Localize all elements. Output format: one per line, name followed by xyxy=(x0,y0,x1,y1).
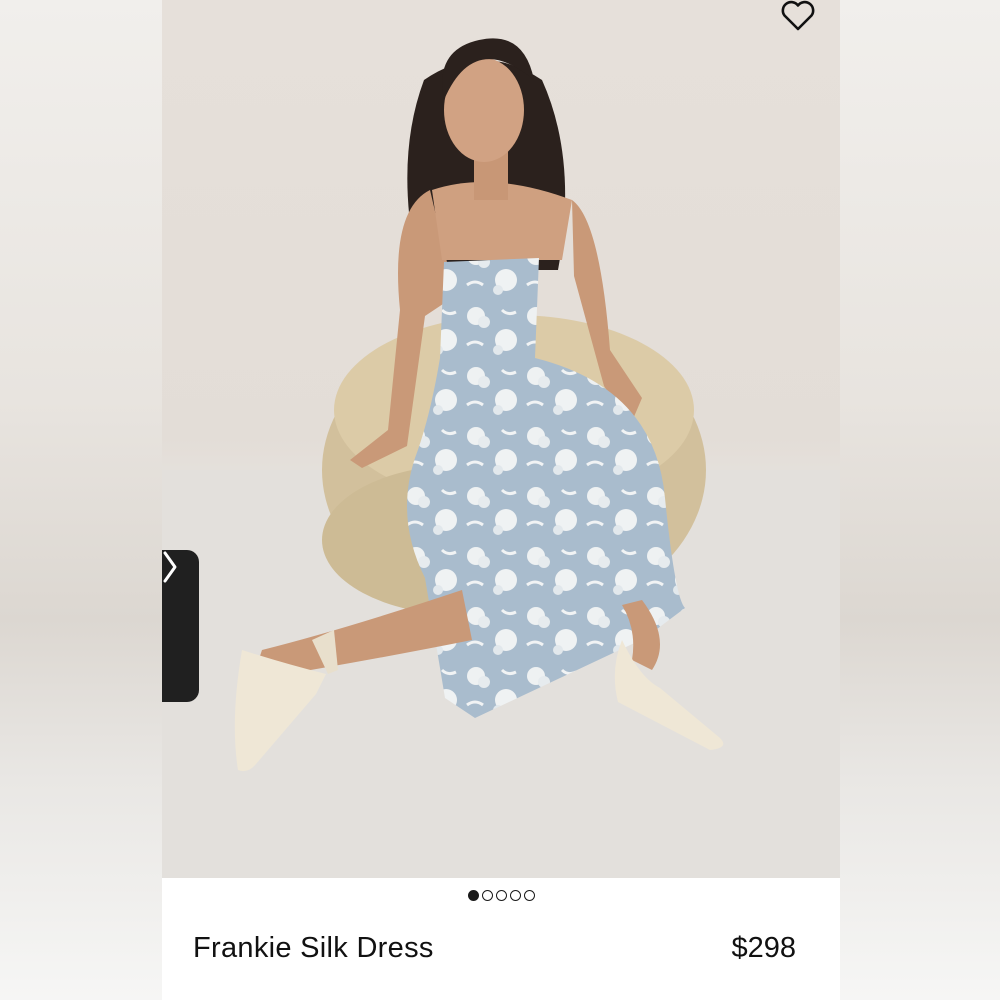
next-image-button[interactable] xyxy=(162,550,199,702)
heart-outline-icon xyxy=(781,0,815,31)
product-price: $298 xyxy=(731,932,796,964)
chevron-right-icon xyxy=(163,551,177,583)
product-image[interactable] xyxy=(162,0,840,878)
carousel-dot[interactable] xyxy=(467,890,479,901)
carousel-dot[interactable] xyxy=(509,890,521,901)
carousel-dot[interactable] xyxy=(523,890,535,901)
product-title[interactable]: Frankie Silk Dress xyxy=(193,932,434,965)
model-photo-illustration xyxy=(162,38,840,878)
blurred-background-right xyxy=(840,0,1000,1000)
carousel-pagination xyxy=(162,890,840,901)
carousel-dot[interactable] xyxy=(481,890,493,901)
product-card: Frankie Silk Dress $298 xyxy=(162,0,840,1000)
carousel-dot[interactable] xyxy=(495,890,507,901)
favorite-button[interactable] xyxy=(780,0,820,40)
blurred-background-left xyxy=(0,0,162,1000)
